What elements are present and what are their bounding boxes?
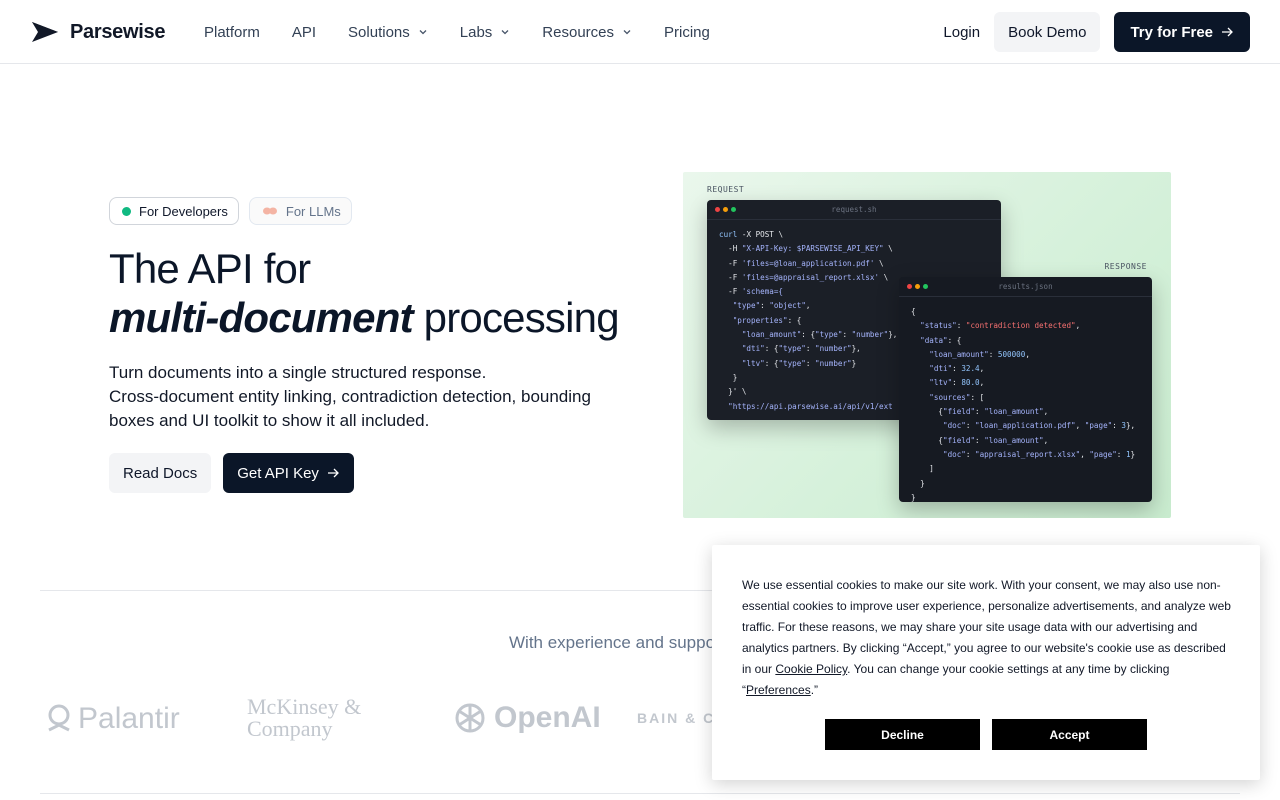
request-filename: request.sh	[831, 205, 877, 214]
hero-title-emphasis: multi-document	[109, 294, 414, 341]
pill-label: For Developers	[139, 203, 228, 219]
pill-label: For LLMs	[285, 203, 341, 219]
nav-link-resources[interactable]: Resources	[542, 24, 632, 41]
hero-title-line1: The API for	[109, 245, 311, 292]
hero-description: Turn documents into a single structured …	[109, 361, 629, 433]
nav-link-solutions[interactable]: Solutions	[348, 24, 428, 41]
top-navigation: Parsewise Platform API Solutions Labs Re…	[0, 0, 1280, 64]
openai-logo: OpenAI	[452, 700, 601, 736]
login-link[interactable]: Login	[943, 24, 980, 41]
hero-actions: Read Docs Get API Key	[109, 453, 354, 493]
nav-link-label: Labs	[459, 23, 493, 41]
section-divider	[40, 793, 1240, 794]
decline-cookies-button[interactable]: Decline	[825, 719, 980, 750]
brand-logo[interactable]: Parsewise	[30, 20, 165, 44]
mckinsey-logo: McKinsey & Company	[247, 696, 397, 740]
response-code: { "status": "contradiction detected", "d…	[911, 307, 1136, 502]
request-tag: REQUEST	[707, 185, 745, 194]
arrow-right-icon	[327, 468, 339, 478]
try-for-free-label: Try for Free	[1130, 23, 1213, 41]
cookie-message: We use essential cookies to make our sit…	[742, 575, 1232, 701]
get-api-key-button[interactable]: Get API Key	[223, 453, 354, 493]
code-example-panel: REQUEST RESPONSE request.sh curl -X POST…	[683, 172, 1171, 518]
hero-desc-line1: Turn documents into a single structured …	[109, 363, 487, 382]
nav-links: Platform API Solutions Labs Resources Pr…	[204, 0, 742, 64]
cookie-text-part3: .”	[810, 683, 819, 697]
openai-icon	[455, 703, 485, 733]
nav-link-platform[interactable]: Platform	[204, 24, 260, 41]
brain-icon	[262, 207, 277, 215]
nav-link-label: API	[291, 23, 317, 41]
book-demo-button[interactable]: Book Demo	[994, 12, 1101, 52]
parsewise-logo-icon	[32, 22, 58, 42]
preferences-link[interactable]: Preferences	[746, 683, 811, 697]
nav-link-pricing[interactable]: Pricing	[664, 24, 710, 41]
cookie-actions: Decline Accept	[825, 719, 1147, 750]
cookie-policy-link[interactable]: Cookie Policy	[775, 662, 847, 676]
active-dot-icon	[122, 206, 131, 216]
accept-cookies-button[interactable]: Accept	[992, 719, 1147, 750]
nav-link-api[interactable]: API	[292, 24, 316, 41]
response-window: results.json { "status": "contradiction …	[899, 277, 1152, 502]
brand-name: Parsewise	[70, 20, 166, 43]
arrow-right-icon	[1222, 27, 1233, 37]
chevron-down-icon	[623, 30, 631, 35]
palantir-logo: Palantir	[46, 702, 180, 736]
nav-link-label: Solutions	[348, 23, 410, 41]
audience-toggle: For Developers For LLMs	[109, 197, 352, 225]
hero-title: The API for multi-document processing	[109, 244, 620, 342]
support-heading: With experience and suppo	[509, 633, 716, 652]
window-titlebar: results.json	[899, 277, 1152, 297]
palantir-wordmark: Palantir	[78, 702, 180, 735]
pill-for-llms[interactable]: For LLMs	[248, 197, 352, 225]
cookie-consent-banner: We use essential cookies to make our sit…	[712, 545, 1260, 780]
window-titlebar: request.sh	[707, 200, 1001, 220]
chevron-down-icon	[419, 30, 427, 35]
pill-for-developers[interactable]: For Developers	[109, 197, 239, 225]
nav-link-label: Platform	[204, 23, 260, 41]
mckinsey-wordmark: McKinsey & Company	[247, 694, 362, 741]
response-tag: RESPONSE	[1104, 262, 1147, 271]
nav-actions: Login Book Demo Try for Free	[943, 12, 1250, 52]
hero-title-rest: processing	[412, 294, 620, 341]
nav-link-label: Resources	[542, 23, 614, 41]
openai-wordmark: OpenAI	[494, 701, 601, 734]
chevron-down-icon	[501, 30, 509, 35]
palantir-icon	[48, 704, 70, 732]
get-api-key-label: Get API Key	[237, 464, 319, 482]
read-docs-button[interactable]: Read Docs	[109, 453, 212, 493]
hero-desc-line2: Cross-document entity linking, contradic…	[109, 387, 591, 430]
nav-link-labs[interactable]: Labs	[460, 24, 511, 41]
try-for-free-button[interactable]: Try for Free	[1114, 12, 1250, 52]
response-filename: results.json	[998, 282, 1053, 291]
nav-link-label: Pricing	[664, 23, 710, 41]
